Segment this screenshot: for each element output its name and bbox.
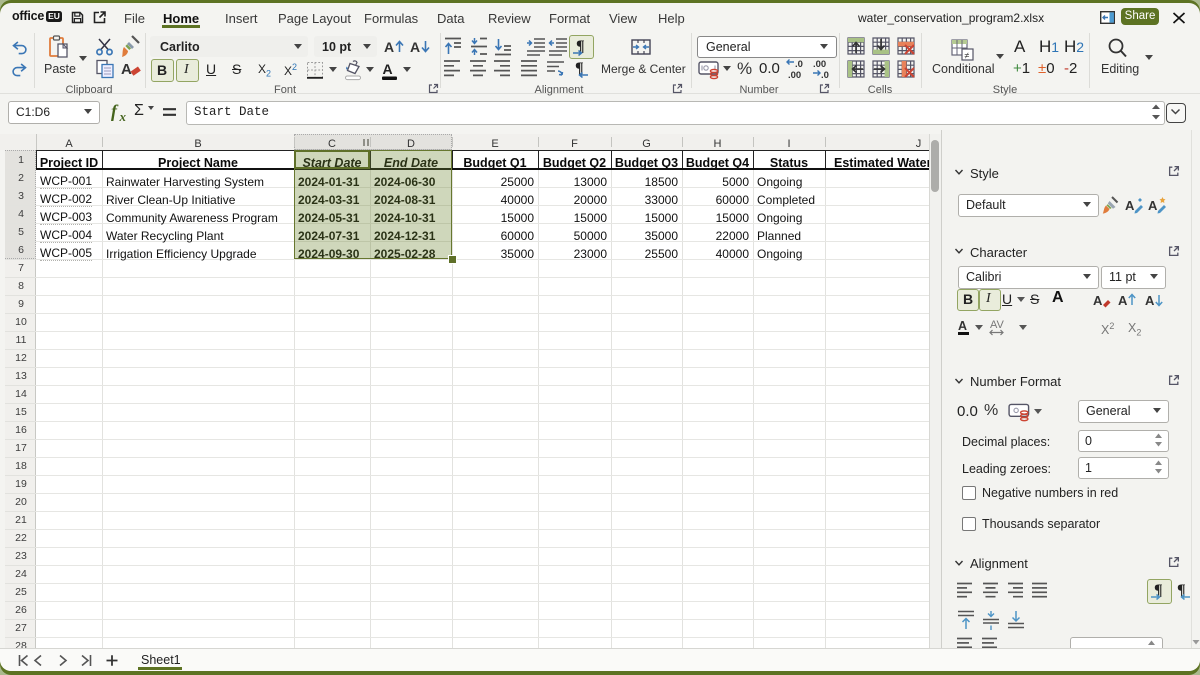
svg-text:A: A — [958, 319, 967, 333]
svg-text:A: A — [410, 39, 420, 55]
svg-text:x: x — [119, 109, 127, 122]
svg-text:.0: .0 — [795, 59, 803, 70]
svg-text:A: A — [1125, 198, 1135, 213]
svg-text:.00: .00 — [788, 70, 801, 81]
svg-text:A: A — [1148, 198, 1158, 213]
svg-text:.0: .0 — [821, 70, 829, 81]
svg-text:AV: AV — [990, 319, 1005, 331]
svg-text:f: f — [111, 102, 119, 121]
svg-text:.00: .00 — [813, 59, 826, 70]
svg-text:A: A — [1093, 293, 1103, 308]
svg-text:A: A — [383, 61, 393, 77]
svg-text:A: A — [121, 61, 132, 78]
svg-text:≠: ≠ — [965, 51, 970, 61]
svg-text:A: A — [1118, 293, 1128, 308]
svg-text:A: A — [384, 39, 394, 55]
svg-text:A: A — [1145, 293, 1155, 308]
